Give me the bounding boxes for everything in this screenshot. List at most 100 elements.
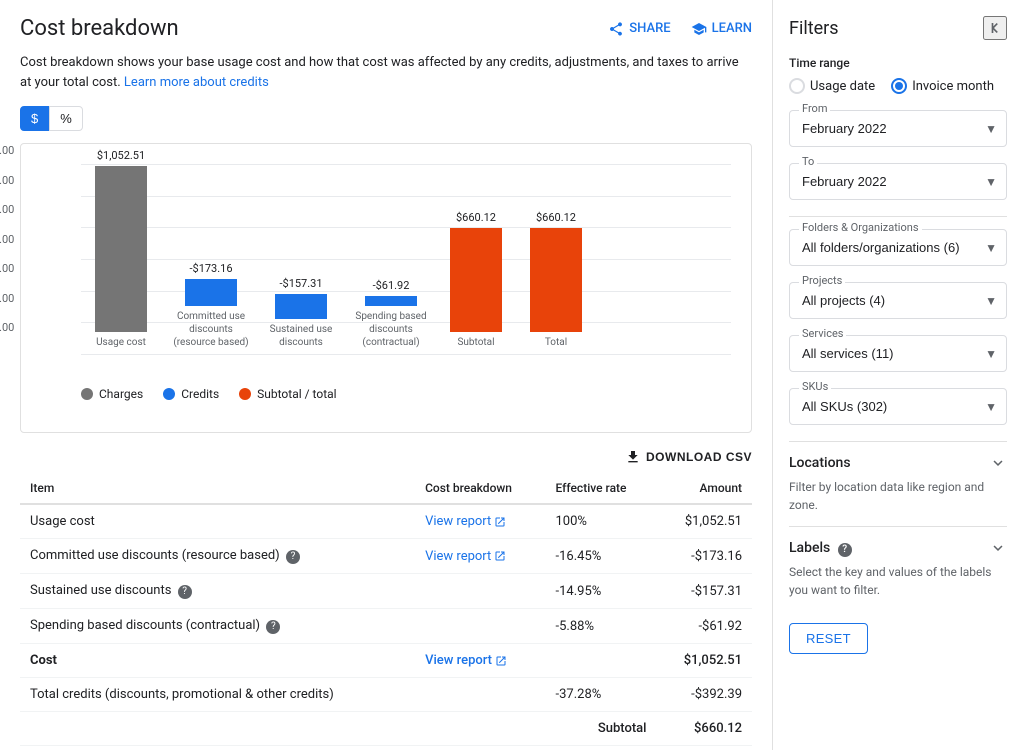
locations-title: Locations — [789, 455, 851, 471]
learn-button[interactable]: LEARN — [691, 21, 752, 37]
bar-subtotal: $660.12 Subtotal — [441, 211, 511, 349]
percent-toggle[interactable]: % — [49, 106, 83, 131]
view-report-link[interactable]: View report — [425, 514, 506, 529]
time-range-filter: Time range Usage date Invoice month — [789, 56, 1007, 94]
services-label: Services — [799, 327, 846, 340]
table-row: Sustained use discounts ? -14.95% -$157.… — [20, 574, 752, 609]
help-icon[interactable]: ? — [286, 550, 300, 564]
skus-filter: SKUs All SKUs (302) ▼ — [789, 388, 1007, 425]
invoice-month-label: Invoice month — [912, 79, 994, 94]
view-report-link[interactable]: View report — [425, 549, 506, 564]
description: Cost breakdown shows your base usage cos… — [20, 53, 752, 92]
currency-toggle: $ % — [20, 106, 752, 131]
external-link-icon — [494, 550, 506, 562]
folders-filter: Folders & Organizations All folders/orga… — [789, 229, 1007, 266]
col-item: Item — [20, 473, 415, 504]
from-label: From — [799, 102, 830, 115]
from-dropdown-wrapper: From February 2022 ▼ — [789, 110, 1007, 147]
projects-label: Projects — [799, 274, 845, 287]
legend-subtotal-total: Subtotal / total — [239, 387, 336, 401]
projects-dropdown[interactable]: All projects (4) — [789, 282, 1007, 319]
folders-label: Folders & Organizations — [799, 221, 922, 234]
bar-sustained: -$157.31 Sustained use discounts — [261, 277, 341, 349]
reset-button[interactable]: RESET — [789, 623, 868, 654]
skus-label: SKUs — [799, 380, 831, 393]
main-content: Cost breakdown SHARE LEARN Cost breakdow… — [0, 0, 773, 750]
services-dropdown-wrapper: Services All services (11) ▼ — [789, 335, 1007, 372]
sidebar-title: Filters — [789, 18, 839, 39]
collapse-sidebar-button[interactable] — [983, 16, 1007, 40]
legend-charges: Charges — [81, 387, 143, 401]
usage-date-label: Usage date — [810, 79, 875, 94]
header-actions: SHARE LEARN — [608, 21, 752, 37]
services-dropdown[interactable]: All services (11) — [789, 335, 1007, 372]
folders-dropdown-wrapper: Folders & Organizations All folders/orga… — [789, 229, 1007, 266]
col-cost-breakdown: Cost breakdown — [415, 473, 545, 504]
dollar-toggle[interactable]: $ — [20, 106, 49, 131]
chart-legend: Charges Credits Subtotal / total — [81, 387, 731, 401]
download-csv-button[interactable]: DOWNLOAD CSV — [625, 449, 752, 465]
help-icon[interactable]: ? — [178, 585, 192, 599]
learn-icon — [691, 21, 707, 37]
view-report-link[interactable]: View report — [425, 653, 507, 668]
total-row: Total $660.12 — [20, 746, 752, 750]
time-range-options: Usage date Invoice month — [789, 78, 1007, 94]
usage-date-option[interactable]: Usage date — [789, 78, 875, 94]
labels-help-icon[interactable]: ? — [838, 543, 852, 557]
projects-filter: Projects All projects (4) ▼ — [789, 282, 1007, 319]
skus-dropdown[interactable]: All SKUs (302) — [789, 388, 1007, 425]
table-row: Spending based discounts (contractual) ?… — [20, 609, 752, 644]
divider — [789, 216, 1007, 217]
bar-usage: $1,052.51 Usage cost — [81, 149, 161, 349]
cost-table: Item Cost breakdown Effective rate Amoun… — [20, 473, 752, 750]
table-row: Total credits (discounts, promotional & … — [20, 678, 752, 712]
external-link-icon — [494, 516, 506, 528]
filters-sidebar: Filters Time range Usage date Invoice mo… — [773, 0, 1023, 750]
share-label: SHARE — [629, 21, 670, 36]
locations-toggle[interactable]: Locations — [789, 454, 1007, 472]
labels-description: Select the key and values of the labels … — [789, 563, 1007, 599]
locations-section: Locations Filter by location data like r… — [789, 441, 1007, 526]
from-filter: From February 2022 ▼ — [789, 110, 1007, 147]
bar-total: $660.12 Total — [521, 211, 591, 349]
col-effective-rate: Effective rate — [546, 473, 657, 504]
col-amount: Amount — [657, 473, 753, 504]
collapse-icon — [985, 18, 1005, 38]
bar-committed: -$173.16 Committed use discounts (resour… — [171, 262, 251, 349]
locations-chevron-icon — [989, 454, 1007, 472]
time-range-label: Time range — [789, 56, 1007, 70]
learn-more-link[interactable]: Learn more about credits — [124, 75, 269, 90]
bar-spending: -$61.92 Spending based discounts (contra… — [351, 279, 431, 349]
to-dropdown[interactable]: February 2022 — [789, 163, 1007, 200]
labels-toggle[interactable]: Labels ? — [789, 539, 1007, 557]
labels-chevron-icon — [989, 539, 1007, 557]
learn-label: LEARN — [712, 21, 752, 36]
subtotal-row: Subtotal $660.12 — [20, 712, 752, 746]
external-link-icon — [495, 655, 507, 667]
locations-description: Filter by location data like region and … — [789, 478, 1007, 514]
page-header: Cost breakdown SHARE LEARN — [20, 16, 752, 41]
folders-dropdown[interactable]: All folders/organizations (6) — [789, 229, 1007, 266]
labels-section: Labels ? Select the key and values of th… — [789, 526, 1007, 611]
invoice-month-option[interactable]: Invoice month — [891, 78, 994, 94]
share-button[interactable]: SHARE — [608, 21, 670, 37]
download-row: DOWNLOAD CSV — [20, 449, 752, 465]
page-title: Cost breakdown — [20, 16, 179, 41]
chart-container: $1,200.00 $1,000.00 $800.00 $600.00 $400… — [20, 143, 752, 433]
legend-credits: Credits — [163, 387, 219, 401]
projects-dropdown-wrapper: Projects All projects (4) ▼ — [789, 282, 1007, 319]
sidebar-header: Filters — [789, 16, 1007, 40]
skus-dropdown-wrapper: SKUs All SKUs (302) ▼ — [789, 388, 1007, 425]
labels-title: Labels ? — [789, 540, 852, 557]
y-axis: $1,200.00 $1,000.00 $800.00 $600.00 $400… — [0, 144, 14, 334]
to-label: To — [799, 155, 817, 168]
from-dropdown[interactable]: February 2022 — [789, 110, 1007, 147]
download-icon — [625, 449, 641, 465]
to-filter: To February 2022 ▼ — [789, 163, 1007, 200]
services-filter: Services All services (11) ▼ — [789, 335, 1007, 372]
help-icon[interactable]: ? — [266, 620, 280, 634]
table-row: Committed use discounts (resource based)… — [20, 539, 752, 574]
table-row: Cost View report $1,052.51 — [20, 644, 752, 678]
table-row: Usage cost View report 100% $1,052.51 — [20, 504, 752, 539]
to-dropdown-wrapper: To February 2022 ▼ — [789, 163, 1007, 200]
